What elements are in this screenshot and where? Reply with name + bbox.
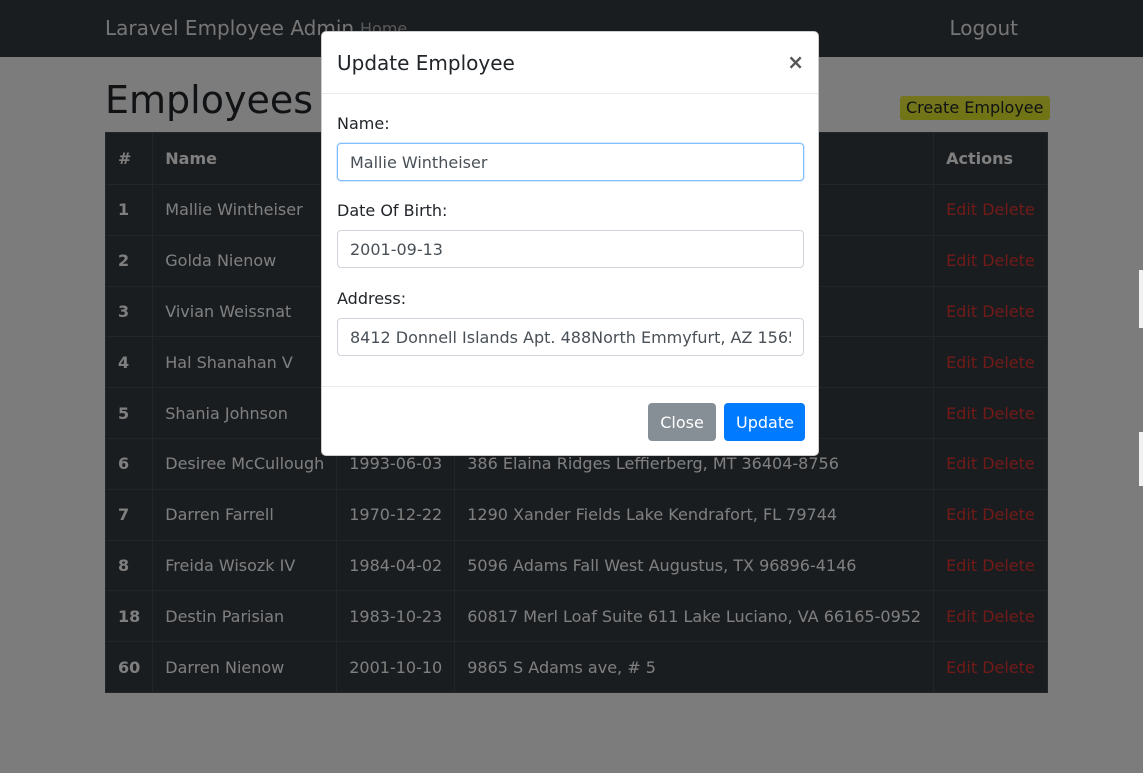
address-label: Address: bbox=[337, 289, 407, 308]
modal-footer: Close Update bbox=[322, 387, 818, 455]
address-input[interactable] bbox=[337, 318, 804, 356]
dob-label: Date Of Birth: bbox=[337, 201, 448, 220]
dob-input[interactable] bbox=[337, 230, 804, 268]
modal-header: Update Employee × bbox=[322, 32, 818, 94]
modal-title: Update Employee bbox=[337, 51, 515, 75]
name-label: Name: bbox=[337, 114, 390, 133]
modal-body: Name: Date Of Birth: Address: bbox=[322, 94, 818, 387]
update-button[interactable]: Update bbox=[724, 403, 805, 441]
scrollbar-fragment bbox=[1139, 432, 1143, 486]
update-employee-modal: Update Employee × Name: Date Of Birth: A… bbox=[321, 31, 819, 456]
close-button[interactable]: Close bbox=[648, 403, 716, 441]
name-input[interactable] bbox=[337, 143, 804, 181]
close-icon[interactable]: × bbox=[787, 52, 804, 72]
scrollbar-fragment bbox=[1139, 270, 1143, 328]
